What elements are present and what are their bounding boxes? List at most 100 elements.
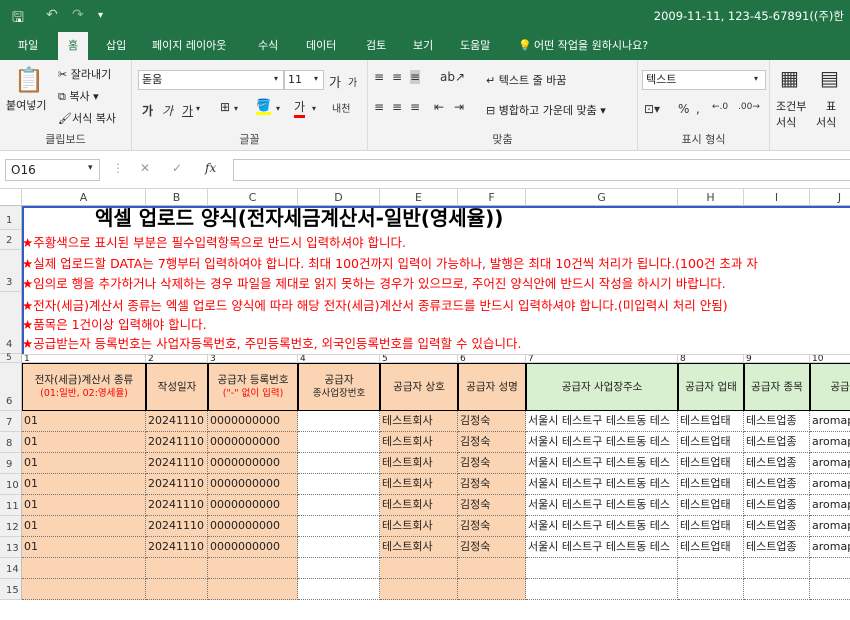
wrap-text-button[interactable]: ↵ 텍스트 줄 바꿈 (486, 72, 566, 88)
cell-e7[interactable]: 테스트회사 (380, 411, 458, 432)
cell-b12[interactable]: 20241110 (146, 516, 208, 537)
cell-a11[interactable]: 01 (22, 495, 146, 516)
cell-i10[interactable]: 테스트업종 (744, 474, 810, 495)
cell-h8[interactable]: 테스트업태 (678, 432, 744, 453)
cell-h15[interactable] (678, 579, 744, 600)
cell-h10[interactable]: 테스트업태 (678, 474, 744, 495)
cell-i12[interactable]: 테스트업종 (744, 516, 810, 537)
cell-g9[interactable]: 서울시 테스트구 테스트동 테스 (526, 453, 678, 474)
cell-f10[interactable]: 김정숙 (458, 474, 526, 495)
tab-home[interactable]: 홈 (58, 32, 89, 60)
cut-button[interactable]: ✂ 잘라내기 (58, 66, 111, 82)
align-top-icon[interactable]: ≡ (374, 70, 384, 84)
cell-f7[interactable]: 김정숙 (458, 411, 526, 432)
row-header-8[interactable]: 8 (0, 432, 22, 453)
cell-c15[interactable] (208, 579, 298, 600)
header-cell-j[interactable]: 공급 (810, 363, 850, 411)
row5-cell-d[interactable]: 4 (298, 354, 380, 363)
underline-button[interactable]: 가 (182, 102, 193, 119)
tab-help[interactable]: 도움말 (460, 32, 490, 60)
cell-a15[interactable] (22, 579, 146, 600)
column-header-f[interactable]: F (458, 189, 526, 206)
font-color-dropdown-icon[interactable]: ▾ (312, 104, 316, 113)
cell-c10[interactable]: 0000000000 (208, 474, 298, 495)
cell-b9[interactable]: 20241110 (146, 453, 208, 474)
cell-e15[interactable] (380, 579, 458, 600)
align-left-icon[interactable]: ≡ (374, 100, 384, 114)
row5-cell-c[interactable]: 3 (208, 354, 298, 363)
cell-f12[interactable]: 김정숙 (458, 516, 526, 537)
cell-a14[interactable] (22, 558, 146, 579)
tell-me-search[interactable]: 어떤 작업을 원하시나요? (534, 32, 648, 60)
increase-decimal-icon[interactable]: ←.0 (712, 102, 728, 112)
cell-g10[interactable]: 서울시 테스트구 테스트동 테스 (526, 474, 678, 495)
cell-b13[interactable]: 20241110 (146, 537, 208, 558)
cell-h12[interactable]: 테스트업태 (678, 516, 744, 537)
fill-color-icon[interactable]: 🪣 (256, 98, 271, 115)
borders-dropdown-icon[interactable]: ▾ (234, 104, 238, 113)
conditional-format-button[interactable]: 조건부 (776, 98, 806, 114)
cell-f9[interactable]: 김정숙 (458, 453, 526, 474)
cell-a13[interactable]: 01 (22, 537, 146, 558)
increase-indent-icon[interactable]: ⇥ (454, 100, 464, 114)
cell-d9[interactable] (298, 453, 380, 474)
cell-d8[interactable] (298, 432, 380, 453)
column-header-a[interactable]: A (22, 189, 146, 206)
row-header-7[interactable]: 7 (0, 411, 22, 432)
align-center-icon[interactable]: ≡ (392, 100, 402, 114)
cell-e8[interactable]: 테스트회사 (380, 432, 458, 453)
format-as-table-button[interactable]: 표 (826, 98, 836, 114)
format-as-table-icon[interactable]: ▤ (820, 66, 839, 90)
header-cell-a[interactable]: 전자(세금)계산서 종류 (01:일반, 02:영세율) (22, 363, 146, 411)
cell-d14[interactable] (298, 558, 380, 579)
shrink-font-button[interactable]: 가 (348, 74, 357, 89)
row-header-10[interactable]: 10 (0, 474, 22, 495)
cell-d10[interactable] (298, 474, 380, 495)
row-header-4[interactable]: 4 (0, 292, 22, 354)
cell-d13[interactable] (298, 537, 380, 558)
cell-h14[interactable] (678, 558, 744, 579)
undo-icon[interactable]: ↶ (46, 7, 58, 23)
column-header-d[interactable]: D (298, 189, 380, 206)
cell-i14[interactable] (744, 558, 810, 579)
row5-cell-f[interactable]: 6 (458, 354, 526, 363)
row5-cell-g[interactable]: 7 (526, 354, 678, 363)
customize-toolbar-icon[interactable]: ▾ (98, 10, 103, 21)
cell-e10[interactable]: 테스트회사 (380, 474, 458, 495)
paste-icon[interactable]: 📋 (14, 66, 44, 94)
column-header-h[interactable]: H (678, 189, 744, 206)
tab-formulas[interactable]: 수식 (258, 32, 278, 60)
cell-g13[interactable]: 서울시 테스트구 테스트동 테스 (526, 537, 678, 558)
cell-f15[interactable] (458, 579, 526, 600)
cell-i13[interactable]: 테스트업종 (744, 537, 810, 558)
cell-d12[interactable] (298, 516, 380, 537)
cell-c12[interactable]: 0000000000 (208, 516, 298, 537)
font-size-dropdown-icon[interactable]: ▾ (314, 74, 318, 83)
conditional-format-icon[interactable]: ▦ (780, 66, 799, 90)
cancel-icon[interactable]: ✕ (140, 161, 150, 175)
column-header-b[interactable]: B (146, 189, 208, 206)
cell-c8[interactable]: 0000000000 (208, 432, 298, 453)
cell-e14[interactable] (380, 558, 458, 579)
cell-a12[interactable]: 01 (22, 516, 146, 537)
phonetic-guide-button[interactable]: 내천 (332, 100, 350, 115)
row-header-13[interactable]: 13 (0, 537, 22, 558)
header-cell-h[interactable]: 공급자 업태 (678, 363, 744, 411)
tab-file[interactable]: 파일 (18, 32, 38, 60)
cell-e9[interactable]: 테스트회사 (380, 453, 458, 474)
name-box[interactable]: O16 (5, 159, 100, 181)
cell-j12[interactable]: aromap (810, 516, 850, 537)
save-icon[interactable]: 🖫 (12, 7, 24, 31)
font-name-dropdown-icon[interactable]: ▾ (274, 74, 278, 83)
cell-e11[interactable]: 테스트회사 (380, 495, 458, 516)
redo-icon[interactable]: ↷ (72, 7, 84, 23)
cell-b10[interactable]: 20241110 (146, 474, 208, 495)
row-header-3[interactable]: 3 (0, 250, 22, 292)
align-bottom-icon[interactable]: ≡ (410, 70, 421, 84)
cell-c14[interactable] (208, 558, 298, 579)
comma-button[interactable]: , (696, 102, 700, 116)
tab-view[interactable]: 보기 (413, 32, 433, 60)
align-middle-icon[interactable]: ≡ (392, 70, 402, 84)
column-header-j[interactable]: J (810, 189, 850, 206)
cell-a7[interactable]: 01 (22, 411, 146, 432)
